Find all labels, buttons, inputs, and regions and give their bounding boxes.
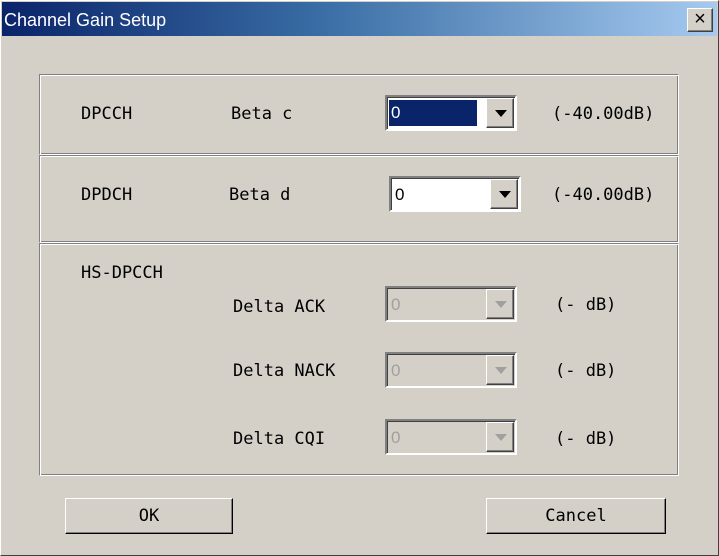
delta-cqi-label: Delta CQI	[233, 429, 326, 449]
beta-c-db: (-40.00dB)	[552, 104, 655, 124]
dialog-title: Channel Gain Setup	[4, 10, 167, 30]
delta-ack-label: Delta ACK	[233, 297, 326, 317]
beta-c-select[interactable]: 0	[385, 95, 517, 131]
chevron-down-icon	[486, 355, 514, 385]
channel-gain-dialog: Channel Gain Setup × DPCCH Beta c 0 (-40…	[0, 0, 719, 556]
beta-d-label: Beta d	[229, 185, 291, 205]
dpdch-label: DPDCH	[81, 185, 133, 205]
delta-nack-value: 0	[391, 361, 401, 380]
delta-cqi-db: (- dB)	[555, 429, 617, 449]
delta-ack-value: 0	[391, 295, 401, 314]
delta-nack-label: Delta NACK	[233, 361, 336, 381]
beta-c-value: 0	[389, 100, 477, 126]
beta-d-db: (-40.00dB)	[552, 185, 655, 205]
delta-ack-select: 0	[385, 286, 517, 322]
delta-cqi-select: 0	[385, 419, 517, 455]
chevron-down-icon[interactable]	[486, 98, 514, 128]
hs-dpcch-label: HS-DPCCH	[81, 263, 163, 283]
delta-nack-select: 0	[385, 352, 517, 388]
chevron-down-icon[interactable]	[490, 179, 518, 209]
beta-d-value: 0	[395, 185, 405, 204]
delta-cqi-value: 0	[391, 428, 401, 447]
delta-nack-db: (- dB)	[555, 361, 617, 381]
beta-c-label: Beta c	[231, 104, 293, 124]
title-bar[interactable]: Channel Gain Setup ×	[2, 2, 717, 36]
beta-d-select[interactable]: 0	[389, 176, 521, 212]
close-button[interactable]: ×	[687, 8, 713, 32]
chevron-down-icon	[486, 289, 514, 319]
cancel-button[interactable]: Cancel	[486, 498, 666, 534]
chevron-down-icon	[486, 422, 514, 452]
dpcch-label: DPCCH	[81, 104, 133, 124]
delta-ack-db: (- dB)	[555, 295, 617, 315]
ok-button[interactable]: OK	[65, 498, 233, 534]
close-icon: ×	[694, 8, 706, 30]
